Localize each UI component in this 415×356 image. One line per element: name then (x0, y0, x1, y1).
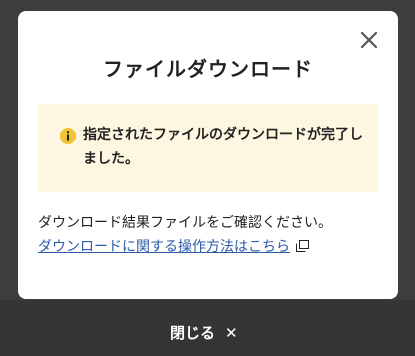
close-icon: ✕ (225, 324, 238, 342)
close-icon[interactable] (360, 31, 378, 49)
download-help-link[interactable]: ダウンロードに関する操作方法はこちら (38, 237, 309, 258)
dialog-title: ファイルダウンロード (103, 57, 313, 81)
close-button[interactable]: 閉じる ✕ (170, 322, 238, 344)
notice-text: 指定されたファイルのダウンロードが完了しました。 (83, 127, 363, 167)
close-button-label: 閉じる (170, 324, 216, 342)
external-link-icon (296, 240, 309, 252)
success-notice: 指定されたファイルのダウンロードが完了しました。 (38, 104, 378, 192)
download-dialog: ファイルダウンロード 指定されたファイルのダウンロードが完了しました。 ダウンロ… (18, 11, 398, 299)
instruction-text: ダウンロード結果ファイルをご確認ください。 (38, 215, 332, 231)
info-icon (60, 128, 76, 144)
download-help-link-label: ダウンロードに関する操作方法はこちら (38, 239, 290, 255)
